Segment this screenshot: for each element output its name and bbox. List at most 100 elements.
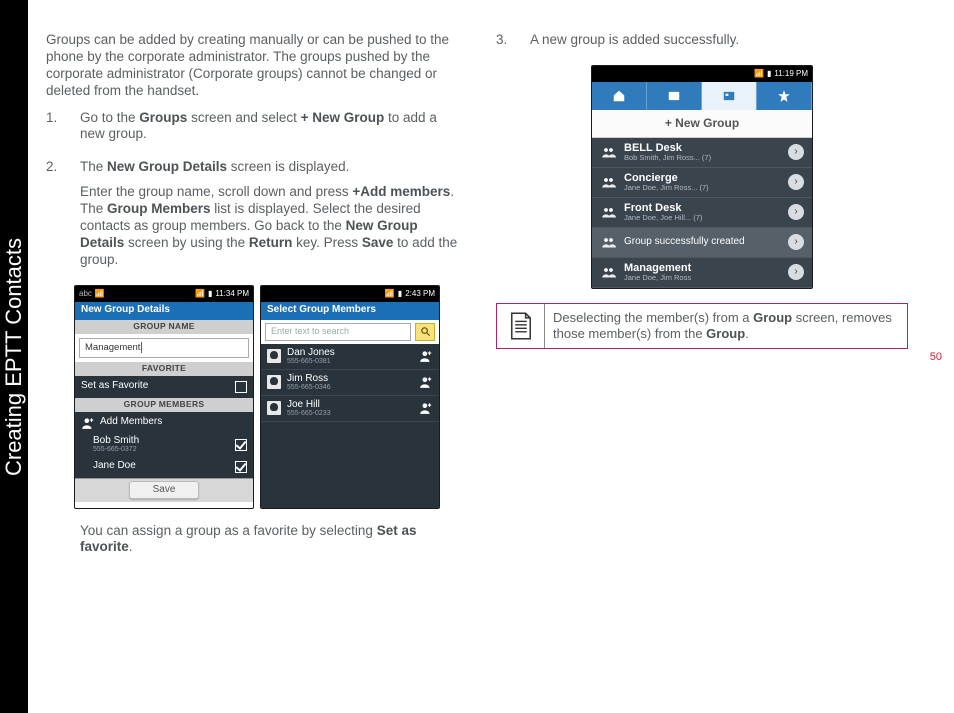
status-bar: abc📶 📶 ▮ 11:34 PM bbox=[75, 286, 253, 302]
star-icon bbox=[777, 89, 791, 103]
signal-icon: 📶 bbox=[385, 289, 395, 299]
contact-number: 555-665-0233 bbox=[287, 410, 331, 417]
contact-name: Dan Jones bbox=[287, 348, 335, 358]
toast-row: Group successfully created › bbox=[592, 228, 812, 258]
tab-contacts[interactable] bbox=[647, 82, 702, 110]
chevron-right-icon: › bbox=[788, 174, 804, 190]
tab-groups[interactable] bbox=[702, 82, 757, 110]
wifi-icon: 📶 bbox=[195, 289, 205, 299]
set-favorite-label: Set as Favorite bbox=[81, 380, 148, 393]
note-text: Deselecting the member(s) from a Group s… bbox=[545, 304, 907, 349]
left-column: Groups can be added by creating manually… bbox=[46, 32, 458, 681]
tab-home[interactable] bbox=[592, 82, 647, 110]
save-button[interactable]: Save bbox=[129, 481, 199, 499]
signal-icon: 📶 bbox=[95, 289, 105, 299]
group-name-input[interactable]: Management bbox=[79, 338, 249, 358]
chevron-right-icon: › bbox=[788, 264, 804, 280]
member-number: 555-665-0372 bbox=[93, 446, 139, 453]
people-icon bbox=[600, 204, 616, 220]
search-button[interactable] bbox=[415, 323, 435, 341]
step-1-text: Go to the Groups screen and select + New… bbox=[80, 110, 458, 144]
side-rail: Creating EPTT Contacts bbox=[0, 0, 28, 713]
battery-icon: ▮ bbox=[208, 289, 212, 299]
people-icon bbox=[600, 144, 616, 160]
add-person-icon bbox=[81, 416, 95, 430]
screen-header: Select Group Members bbox=[261, 302, 439, 320]
section-favorite: FAVORITE bbox=[75, 362, 253, 376]
search-input[interactable]: Enter text to search bbox=[265, 323, 411, 341]
bottom-bar: Save bbox=[75, 478, 253, 502]
screenshots-row: abc📶 📶 ▮ 11:34 PM New Group Details GROU… bbox=[74, 285, 458, 509]
status-time: 2:43 PM bbox=[405, 289, 435, 299]
group-members: Jane Doe, Jim Ross bbox=[624, 274, 691, 282]
card-icon bbox=[667, 89, 681, 103]
note-icon bbox=[497, 304, 545, 349]
screenshot-groups-list: 📶 ▮ 11:19 PM + New Group BELL DeskBob Sm… bbox=[591, 65, 813, 289]
new-group-button[interactable]: + New Group bbox=[592, 110, 812, 138]
note-callout: Deselecting the member(s) from a Group s… bbox=[496, 303, 908, 350]
step-1: 1. Go to the Groups screen and select + … bbox=[46, 110, 458, 152]
avatar-icon bbox=[267, 349, 281, 363]
add-members-label: Add Members bbox=[100, 416, 162, 429]
tab-favorites[interactable] bbox=[757, 82, 812, 110]
step-number: 2. bbox=[46, 159, 66, 276]
right-column: 3. A new group is added successfully. 📶 … bbox=[496, 32, 908, 681]
search-row: Enter text to search bbox=[261, 320, 439, 344]
screenshot-select-members: 📶 ▮ 2:43 PM Select Group Members Enter t… bbox=[260, 285, 440, 509]
step-3-text: A new group is added successfully. bbox=[530, 32, 908, 49]
add-person-icon bbox=[419, 349, 433, 363]
add-members-row[interactable]: Add Members bbox=[75, 412, 253, 434]
contact-row[interactable]: Dan Jones555-665-0381 bbox=[261, 344, 439, 370]
set-favorite-row[interactable]: Set as Favorite bbox=[75, 376, 253, 398]
group-members: Bob Smith, Jim Ross... (7) bbox=[624, 154, 711, 162]
avatar-icon bbox=[267, 375, 281, 389]
after-screenshots-text: You can assign a group as a favorite by … bbox=[80, 523, 458, 557]
section-group-name: GROUP NAME bbox=[75, 320, 253, 334]
checkbox-checked-icon bbox=[235, 461, 247, 473]
signal-icon: 📶 bbox=[754, 69, 764, 79]
battery-icon: ▮ bbox=[767, 69, 771, 79]
people-icon bbox=[600, 174, 616, 190]
chevron-right-icon: › bbox=[788, 204, 804, 220]
group-row[interactable]: Front DeskJane Doe, Joe Hill... (7) › bbox=[592, 198, 812, 228]
home-icon bbox=[612, 89, 626, 103]
status-time: 11:34 PM bbox=[215, 289, 249, 299]
status-time: 11:19 PM bbox=[774, 69, 808, 79]
toast-text: Group successfully created bbox=[624, 236, 745, 249]
step-3: 3. A new group is added successfully. bbox=[496, 32, 908, 57]
group-row[interactable]: ManagementJane Doe, Jim Ross › bbox=[592, 258, 812, 288]
group-members: Jane Doe, Jim Ross... (7) bbox=[624, 184, 709, 192]
intro-paragraph: Groups can be added by creating manually… bbox=[46, 32, 458, 100]
checkbox-checked-icon bbox=[235, 439, 247, 451]
screenshot-new-group-details: abc📶 📶 ▮ 11:34 PM New Group Details GROU… bbox=[74, 285, 254, 509]
status-bar: 📶 ▮ 11:19 PM bbox=[592, 66, 812, 82]
chevron-right-icon: › bbox=[788, 144, 804, 160]
step-number: 1. bbox=[46, 110, 66, 152]
battery-icon: ▮ bbox=[398, 289, 402, 299]
ime-indicator: abc bbox=[79, 289, 92, 299]
add-person-icon bbox=[419, 401, 433, 415]
side-rail-title: Creating EPTT Contacts bbox=[1, 237, 27, 475]
contact-row[interactable]: Joe Hill555-665-0233 bbox=[261, 396, 439, 422]
status-bar: 📶 ▮ 2:43 PM bbox=[261, 286, 439, 302]
tab-bar bbox=[592, 82, 812, 110]
step-2: 2. The New Group Details screen is displ… bbox=[46, 159, 458, 276]
step-number: 3. bbox=[496, 32, 516, 57]
contact-row[interactable]: Jim Ross555-665-0346 bbox=[261, 370, 439, 396]
member-name: Bob Smith bbox=[93, 436, 139, 446]
contact-name: Jim Ross bbox=[287, 374, 331, 384]
contact-number: 555-665-0381 bbox=[287, 358, 335, 365]
chevron-right-icon: › bbox=[788, 234, 804, 250]
add-person-icon bbox=[419, 375, 433, 389]
group-row[interactable]: BELL DeskBob Smith, Jim Ross... (7) › bbox=[592, 138, 812, 168]
page-number: 50 bbox=[930, 351, 942, 363]
empty-area bbox=[261, 422, 439, 508]
search-icon bbox=[420, 326, 431, 337]
member-name: Jane Doe bbox=[93, 460, 136, 473]
avatar-icon bbox=[267, 401, 281, 415]
group-row[interactable]: ConciergeJane Doe, Jim Ross... (7) › bbox=[592, 168, 812, 198]
member-row[interactable]: Jane Doe bbox=[75, 456, 253, 478]
screen-header: New Group Details bbox=[75, 302, 253, 320]
checkbox-icon bbox=[235, 381, 247, 393]
member-row[interactable]: Bob Smith 555-665-0372 bbox=[75, 434, 253, 456]
